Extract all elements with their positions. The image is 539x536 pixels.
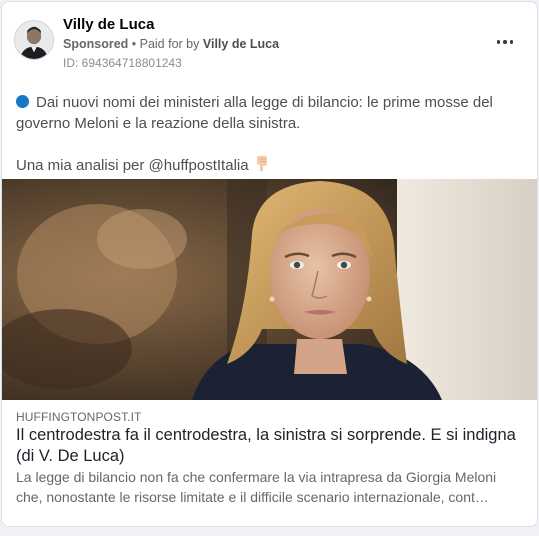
link-description: La legge di bilancio non fa che conferma… xyxy=(16,469,497,505)
link-preview-info[interactable]: HUFFINGTONPOST.IT Il centrodestra fa il … xyxy=(2,400,537,526)
author-name[interactable]: Villy de Luca xyxy=(63,16,154,33)
portrait-photo xyxy=(2,179,537,400)
more-options-icon[interactable] xyxy=(493,32,517,52)
post-paragraph-1: Dai nuovi nomi dei ministeri alla legge … xyxy=(16,92,524,134)
post-text: Dai nuovi nomi dei ministeri alla legge … xyxy=(16,92,524,178)
backhand-pointing-down-icon xyxy=(254,155,270,178)
paid-for-prefix: • Paid for by xyxy=(128,37,203,51)
post-paragraph-2: Una mia analisi per @huffpostItalia xyxy=(16,155,524,178)
ad-id: ID: 694364718801243 xyxy=(63,56,182,70)
link-domain[interactable]: HUFFINGTONPOST.IT xyxy=(16,410,141,424)
post-text-line-1: Dai nuovi nomi dei ministeri alla legge … xyxy=(16,94,493,132)
post-text-line-2: Una mia analisi per @huffpostItalia xyxy=(16,157,249,174)
blue-circle-icon xyxy=(16,95,29,108)
avatar[interactable] xyxy=(14,20,54,60)
link-preview-image[interactable] xyxy=(2,179,537,400)
sponsored-label[interactable]: Sponsored xyxy=(63,37,128,51)
sponsored-line: Sponsored • Paid for by Villy de Luca xyxy=(63,37,279,51)
post-header: Villy de Luca Sponsored • Paid for by Vi… xyxy=(2,2,537,77)
ad-post-card: Villy de Luca Sponsored • Paid for by Vi… xyxy=(1,1,538,527)
avatar-portrait-icon xyxy=(15,21,53,59)
paid-for-by-name[interactable]: Villy de Luca xyxy=(203,37,279,51)
link-headline[interactable]: Il centrodestra fa il centrodestra, la s… xyxy=(16,425,531,467)
